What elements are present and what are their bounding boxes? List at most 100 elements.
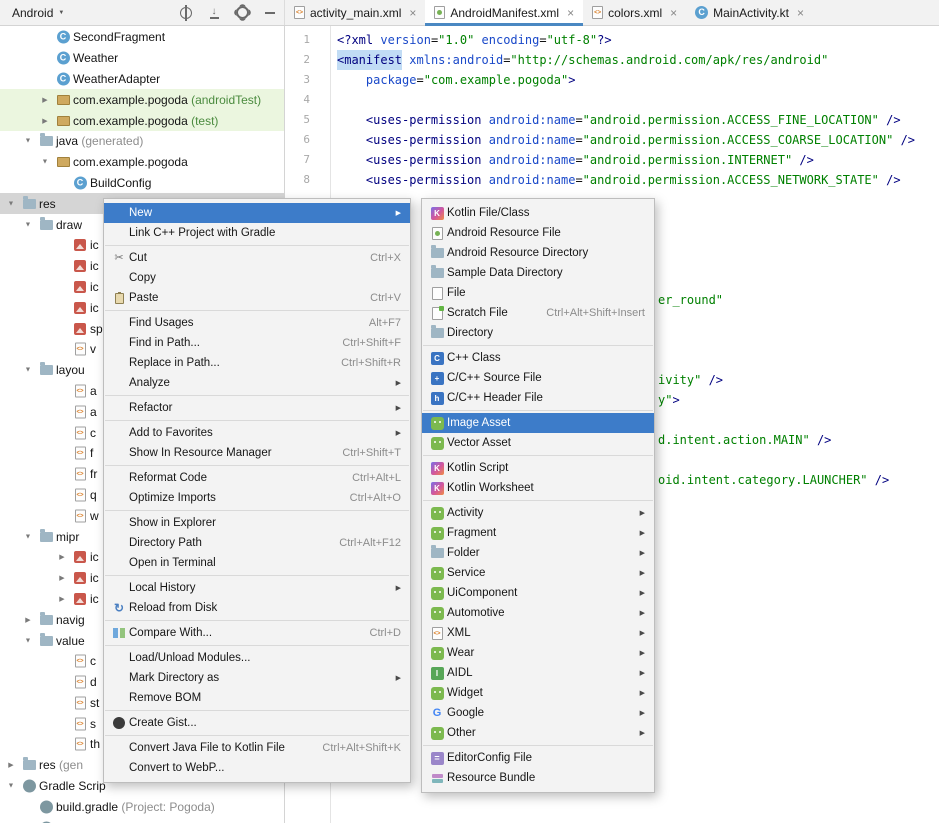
menu-item-create-gist[interactable]: Create Gist... [104, 713, 410, 733]
submenu-item-directory[interactable]: Directory [422, 323, 654, 343]
tree-expand-arrow[interactable]: ▶ [22, 616, 34, 624]
code-line[interactable]: 1<?xml version="1.0" encoding="utf-8"?> [286, 30, 939, 50]
code-line[interactable]: 8 <uses-permission android:name="android… [286, 170, 939, 190]
code-line[interactable]: 7 <uses-permission android:name="android… [286, 150, 939, 170]
editor-tab-activity-main-xml[interactable]: activity_main.xml× [285, 0, 425, 25]
submenu-item-widget[interactable]: Widget▶ [422, 683, 654, 703]
menu-item-refactor[interactable]: Refactor▶ [104, 398, 410, 418]
tree-expand-arrow[interactable]: ▶ [39, 117, 51, 125]
menu-item-analyze[interactable]: Analyze▶ [104, 373, 410, 393]
submenu-item-activity[interactable]: Activity▶ [422, 503, 654, 523]
close-icon[interactable]: × [409, 7, 416, 19]
submenu-item-fragment[interactable]: Fragment▶ [422, 523, 654, 543]
menu-item-optimize-imports[interactable]: Optimize ImportsCtrl+Alt+O [104, 488, 410, 508]
submenu-item-other[interactable]: Other▶ [422, 723, 654, 743]
tree-expand-arrow[interactable]: ▼ [22, 367, 34, 374]
tree-item-secondfragment[interactable]: CSecondFragment [0, 27, 284, 48]
tree-expand-arrow[interactable]: ▼ [5, 783, 17, 790]
menu-item-directory-path[interactable]: Directory PathCtrl+Alt+F12 [104, 533, 410, 553]
tree-expand-arrow[interactable]: ▶ [56, 595, 68, 603]
project-view-selector[interactable]: Android ▼ [8, 4, 68, 22]
tree-item-java[interactable]: ▼java (generated) [0, 131, 284, 152]
line-number[interactable]: 8 [286, 170, 310, 190]
menu-item-new[interactable]: New▶ [104, 203, 410, 223]
submenu-item-service[interactable]: Service▶ [422, 563, 654, 583]
settings-button[interactable] [232, 3, 252, 23]
submenu-item-kotlin-worksheet[interactable]: KKotlin Worksheet [422, 478, 654, 498]
code-line[interactable]: 6 <uses-permission android:name="android… [286, 130, 939, 150]
menu-item-replace-in-path[interactable]: Replace in Path...Ctrl+Shift+R [104, 353, 410, 373]
tree-expand-arrow[interactable]: ▶ [39, 96, 51, 104]
menu-item-show-in-resource-manager[interactable]: Show In Resource ManagerCtrl+Shift+T [104, 443, 410, 463]
submenu-item-resource-bundle[interactable]: Resource Bundle [422, 768, 654, 788]
line-number[interactable]: 4 [286, 90, 310, 110]
tree-expand-arrow[interactable]: ▼ [22, 221, 34, 228]
tree-expand-arrow[interactable]: ▼ [5, 200, 17, 207]
menu-item-convert-java-file-to-kotlin-file[interactable]: Convert Java File to Kotlin FileCtrl+Alt… [104, 738, 410, 758]
tree-item-build-gradle[interactable]: build.gradle (Module: Pogoda.app) [0, 817, 284, 823]
submenu-item-vector-asset[interactable]: Vector Asset [422, 433, 654, 453]
menu-item-paste[interactable]: PasteCtrl+V [104, 288, 410, 308]
line-number[interactable]: 1 [286, 30, 310, 50]
submenu-item-c-c-source-file[interactable]: +C/C++ Source File [422, 368, 654, 388]
menu-item-find-in-path[interactable]: Find in Path...Ctrl+Shift+F [104, 333, 410, 353]
tree-expand-arrow[interactable]: ▶ [56, 574, 68, 582]
tree-item-weather[interactable]: CWeather [0, 48, 284, 69]
code-line[interactable]: 3 package="com.example.pogoda"> [286, 70, 939, 90]
tree-expand-arrow[interactable]: ▼ [22, 138, 34, 145]
submenu-item-sample-data-directory[interactable]: Sample Data Directory [422, 263, 654, 283]
editor-tab-mainactivity-kt[interactable]: CMainActivity.kt× [686, 0, 813, 25]
close-icon[interactable]: × [670, 7, 677, 19]
submenu-item-c-c-header-file[interactable]: hC/C++ Header File [422, 388, 654, 408]
tree-item-build-gradle[interactable]: build.gradle (Project: Pogoda) [0, 796, 284, 817]
menu-item-cut[interactable]: ✂CutCtrl+X [104, 248, 410, 268]
menu-item-open-in-terminal[interactable]: Open in Terminal [104, 553, 410, 573]
menu-item-load-unload-modules[interactable]: Load/Unload Modules... [104, 648, 410, 668]
line-number[interactable]: 2 [286, 50, 310, 70]
submenu-item-image-asset[interactable]: Image Asset [422, 413, 654, 433]
submenu-item-uicomponent[interactable]: UiComponent▶ [422, 583, 654, 603]
submenu-item-kotlin-file-class[interactable]: KKotlin File/Class [422, 203, 654, 223]
tree-item-buildconfig[interactable]: CBuildConfig [0, 173, 284, 194]
menu-item-remove-bom[interactable]: Remove BOM [104, 688, 410, 708]
hide-panel-button[interactable] [260, 3, 280, 23]
menu-item-local-history[interactable]: Local History▶ [104, 578, 410, 598]
tree-item-weatheradapter[interactable]: CWeatherAdapter [0, 69, 284, 90]
menu-item-mark-directory-as[interactable]: Mark Directory as▶ [104, 668, 410, 688]
line-number[interactable]: 6 [286, 130, 310, 150]
submenu-item-wear[interactable]: Wear▶ [422, 643, 654, 663]
menu-item-find-usages[interactable]: Find UsagesAlt+F7 [104, 313, 410, 333]
locate-file-button[interactable] [176, 3, 196, 23]
tree-item-com-example-pogoda[interactable]: ▶com.example.pogoda (test) [0, 110, 284, 131]
submenu-item-android-resource-directory[interactable]: Android Resource Directory [422, 243, 654, 263]
submenu-item-google[interactable]: GGoogle▶ [422, 703, 654, 723]
menu-item-link-c-project-with-gradle[interactable]: Link C++ Project with Gradle [104, 223, 410, 243]
tree-expand-arrow[interactable]: ▼ [22, 637, 34, 644]
submenu-item-file[interactable]: File [422, 283, 654, 303]
menu-item-convert-to-webp[interactable]: Convert to WebP... [104, 758, 410, 778]
tree-expand-arrow[interactable]: ▶ [56, 553, 68, 561]
menu-item-copy[interactable]: Copy [104, 268, 410, 288]
menu-item-show-in-explorer[interactable]: Show in Explorer [104, 513, 410, 533]
close-icon[interactable]: × [797, 7, 804, 19]
submenu-item-automotive[interactable]: Automotive▶ [422, 603, 654, 623]
editor-tab-colors-xml[interactable]: colors.xml× [583, 0, 686, 25]
line-number[interactable]: 5 [286, 110, 310, 130]
code-line[interactable]: 4 [286, 90, 939, 110]
submenu-item-android-resource-file[interactable]: Android Resource File [422, 223, 654, 243]
tree-item-com-example-pogoda[interactable]: ▶com.example.pogoda (androidTest) [0, 89, 284, 110]
menu-item-add-to-favorites[interactable]: Add to Favorites▶ [104, 423, 410, 443]
editor-tab-androidmanifest-xml[interactable]: AndroidManifest.xml× [425, 0, 583, 25]
menu-item-reformat-code[interactable]: Reformat CodeCtrl+Alt+L [104, 468, 410, 488]
menu-item-compare-with[interactable]: Compare With...Ctrl+D [104, 623, 410, 643]
collapse-all-button[interactable] [204, 3, 224, 23]
code-line[interactable]: 5 <uses-permission android:name="android… [286, 110, 939, 130]
tree-item-com-example-pogoda[interactable]: ▼com.example.pogoda [0, 152, 284, 173]
close-icon[interactable]: × [567, 7, 574, 19]
submenu-item-c-class[interactable]: CC++ Class [422, 348, 654, 368]
submenu-item-kotlin-script[interactable]: KKotlin Script [422, 458, 654, 478]
line-number[interactable]: 3 [286, 70, 310, 90]
tree-expand-arrow[interactable]: ▼ [22, 533, 34, 540]
menu-item-reload-from-disk[interactable]: ↻Reload from Disk [104, 598, 410, 618]
submenu-item-editorconfig-file[interactable]: =EditorConfig File [422, 748, 654, 768]
